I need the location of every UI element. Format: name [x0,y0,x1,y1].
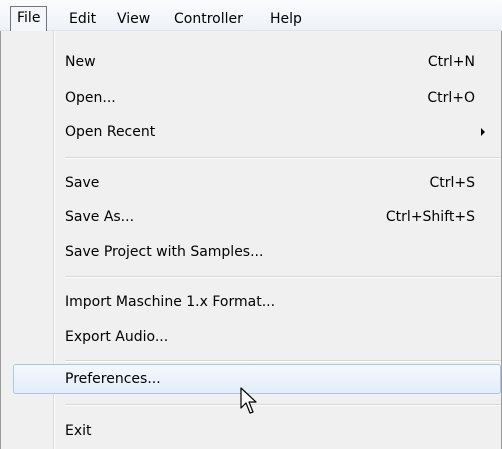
menu-item-label: Save [65,175,100,191]
menu-separator [65,276,501,278]
menu-controller[interactable]: Controller [174,7,243,31]
mouse-pointer-icon [240,387,257,414]
menu-bar: File Edit View Controller Help [0,0,502,31]
menu-item-label: New [65,54,96,70]
menu-separator [65,157,501,159]
menu-item-label: Open Recent [65,124,156,140]
menu-item-export-audio[interactable]: Export Audio... [1,322,501,352]
menu-item-label: Exit [65,423,92,439]
menu-item-save-project-with-samples[interactable]: Save Project with Samples... [1,237,501,267]
menu-item-new[interactable]: New Ctrl+N [1,47,501,77]
menu-item-label: Export Audio... [65,329,169,345]
menu-item-open-recent[interactable]: Open Recent [1,117,501,147]
menu-separator [65,360,501,362]
menu-item-open[interactable]: Open... Ctrl+O [1,83,501,113]
menu-separator [65,404,501,406]
menu-item-label: Save Project with Samples... [65,244,264,260]
menu-view[interactable]: View [117,7,150,31]
menu-item-shortcut: Ctrl+N [427,54,475,70]
menu-item-exit[interactable]: Exit [1,416,501,446]
menu-item-save-as[interactable]: Save As... Ctrl+Shift+S [1,202,501,232]
menu-item-label: Import Maschine 1.x Format... [65,294,276,310]
menu-item-shortcut: Ctrl+Shift+S [385,209,475,225]
menu-item-import-maschine[interactable]: Import Maschine 1.x Format... [1,287,501,317]
menu-item-label: Save As... [65,209,135,225]
menu-item-label: Preferences... [65,371,161,387]
menu-item-save[interactable]: Save Ctrl+S [1,168,501,198]
menu-help[interactable]: Help [270,7,302,31]
menu-item-shortcut: Ctrl+S [429,175,475,191]
menu-item-shortcut: Ctrl+O [427,90,475,106]
app-window: File Edit View Controller Help New Ctrl+… [0,0,502,449]
chevron-right-icon [481,128,485,136]
menu-item-label: Open... [65,90,116,106]
menu-edit[interactable]: Edit [69,7,96,31]
menu-file[interactable]: File [10,6,48,31]
